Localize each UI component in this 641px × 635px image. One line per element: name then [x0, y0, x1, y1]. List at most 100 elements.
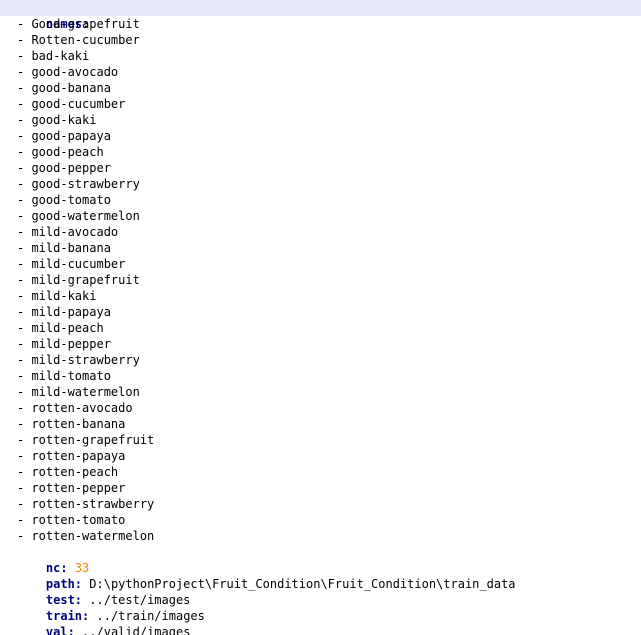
- list-dash: -: [17, 241, 32, 255]
- list-item-text: mild-watermelon: [31, 385, 140, 399]
- line-nc[interactable]: nc: 33: [0, 544, 641, 575]
- list-item[interactable]: - Good-grapefruit: [0, 16, 641, 32]
- list-item[interactable]: - good-strawberry: [0, 176, 641, 192]
- list-item[interactable]: - good-cucumber: [0, 96, 641, 112]
- list-item[interactable]: - good-papaya: [0, 128, 641, 144]
- list-item[interactable]: - mild-peach: [0, 320, 641, 336]
- list-dash: -: [17, 465, 32, 479]
- line-train[interactable]: train: ../train/images: [0, 592, 641, 623]
- list-dash: -: [17, 529, 32, 543]
- list-dash: -: [17, 97, 32, 111]
- list-item[interactable]: - Rotten-cucumber: [0, 32, 641, 48]
- list-item[interactable]: - bad-kaki: [0, 48, 641, 64]
- list-dash: -: [17, 209, 32, 223]
- list-item[interactable]: - good-avocado: [0, 64, 641, 80]
- list-item-text: good-peach: [31, 145, 104, 159]
- list-item-text: good-banana: [31, 81, 111, 95]
- list-item[interactable]: - mild-grapefruit: [0, 272, 641, 288]
- code-editor[interactable]: names: - Good-grapefruit - Rotten-cucumbe…: [0, 0, 641, 635]
- list-item-text: mild-peach: [31, 321, 104, 335]
- list-dash: -: [17, 369, 32, 383]
- list-item-text: mild-grapefruit: [31, 273, 140, 287]
- yaml-value-val: ../valid/images: [82, 625, 191, 635]
- list-dash: -: [17, 65, 32, 79]
- list-item[interactable]: - mild-pepper: [0, 336, 641, 352]
- list-dash: -: [17, 353, 32, 367]
- list-item-text: mild-strawberry: [31, 353, 140, 367]
- line-test[interactable]: test: ../test/images: [0, 576, 641, 607]
- list-item[interactable]: - rotten-strawberry: [0, 496, 641, 512]
- list-dash: -: [17, 321, 32, 335]
- list-item[interactable]: - good-kaki: [0, 112, 641, 128]
- list-item-text: Rotten-cucumber: [31, 33, 140, 47]
- list-item[interactable]: - rotten-tomato: [0, 512, 641, 528]
- list-dash: -: [17, 177, 32, 191]
- list-item-text: Good-grapefruit: [31, 17, 140, 31]
- list-dash: -: [17, 161, 32, 175]
- list-item-text: mild-papaya: [31, 305, 111, 319]
- list-item-text: rotten-watermelon: [31, 529, 155, 543]
- yaml-key-val: val:: [45, 625, 75, 635]
- list-item-text: good-watermelon: [31, 209, 140, 223]
- line-path[interactable]: path: D:\pythonProject\Fruit_Condition\F…: [0, 560, 641, 591]
- list-item[interactable]: - good-watermelon: [0, 208, 641, 224]
- list-item[interactable]: - good-pepper: [0, 160, 641, 176]
- list-item[interactable]: - rotten-grapefruit: [0, 432, 641, 448]
- list-item[interactable]: - good-banana: [0, 80, 641, 96]
- list-item[interactable]: - mild-cucumber: [0, 256, 641, 272]
- line-val[interactable]: val: ../valid/images: [0, 608, 641, 635]
- list-item[interactable]: - mild-papaya: [0, 304, 641, 320]
- list-dash: -: [17, 497, 32, 511]
- list-item[interactable]: - mild-banana: [0, 240, 641, 256]
- list-item[interactable]: - mild-avocado: [0, 224, 641, 240]
- list-item[interactable]: - rotten-avocado: [0, 400, 641, 416]
- list-item[interactable]: - mild-watermelon: [0, 384, 641, 400]
- list-item-text: mild-avocado: [31, 225, 119, 239]
- list-dash: -: [17, 225, 32, 239]
- list-dash: -: [17, 481, 32, 495]
- list-item-text: good-kaki: [31, 113, 97, 127]
- list-dash: -: [17, 193, 32, 207]
- line-names-key[interactable]: names:: [0, 0, 641, 31]
- list-item-text: mild-cucumber: [31, 257, 126, 271]
- list-item[interactable]: - mild-strawberry: [0, 352, 641, 368]
- list-item[interactable]: - rotten-banana: [0, 416, 641, 432]
- list-item[interactable]: - rotten-papaya: [0, 448, 641, 464]
- list-item-text: rotten-banana: [31, 417, 126, 431]
- list-dash: -: [17, 113, 32, 127]
- list-item-text: mild-banana: [31, 241, 111, 255]
- list-item-text: good-cucumber: [31, 97, 126, 111]
- list-dash: -: [17, 145, 32, 159]
- list-dash: -: [17, 401, 32, 415]
- list-dash: -: [17, 433, 32, 447]
- list-dash: -: [17, 257, 32, 271]
- list-item-text: good-avocado: [31, 65, 119, 79]
- list-dash: -: [17, 17, 32, 31]
- list-item[interactable]: - rotten-pepper: [0, 480, 641, 496]
- list-dash: -: [17, 49, 32, 63]
- list-dash: -: [17, 129, 32, 143]
- list-item-text: good-tomato: [31, 193, 111, 207]
- list-item-text: rotten-tomato: [31, 513, 126, 527]
- list-dash: -: [17, 33, 32, 47]
- list-item[interactable]: - rotten-watermelon: [0, 528, 641, 544]
- list-dash: -: [17, 417, 32, 431]
- list-item[interactable]: - mild-tomato: [0, 368, 641, 384]
- list-item[interactable]: - mild-kaki: [0, 288, 641, 304]
- list-item-text: good-papaya: [31, 129, 111, 143]
- list-item-text: rotten-strawberry: [31, 497, 155, 511]
- list-item[interactable]: - good-tomato: [0, 192, 641, 208]
- list-item[interactable]: - rotten-peach: [0, 464, 641, 480]
- list-item-text: mild-pepper: [31, 337, 111, 351]
- list-item-text: good-strawberry: [31, 177, 140, 191]
- list-dash: -: [17, 273, 32, 287]
- list-dash: -: [17, 305, 32, 319]
- list-item-text: mild-tomato: [31, 369, 111, 383]
- list-item-text: bad-kaki: [31, 49, 90, 63]
- list-dash: -: [17, 81, 32, 95]
- list-item-text: rotten-grapefruit: [31, 433, 155, 447]
- list-item-text: mild-kaki: [31, 289, 97, 303]
- list-dash: -: [17, 513, 32, 527]
- list-item-text: good-pepper: [31, 161, 111, 175]
- list-item[interactable]: - good-peach: [0, 144, 641, 160]
